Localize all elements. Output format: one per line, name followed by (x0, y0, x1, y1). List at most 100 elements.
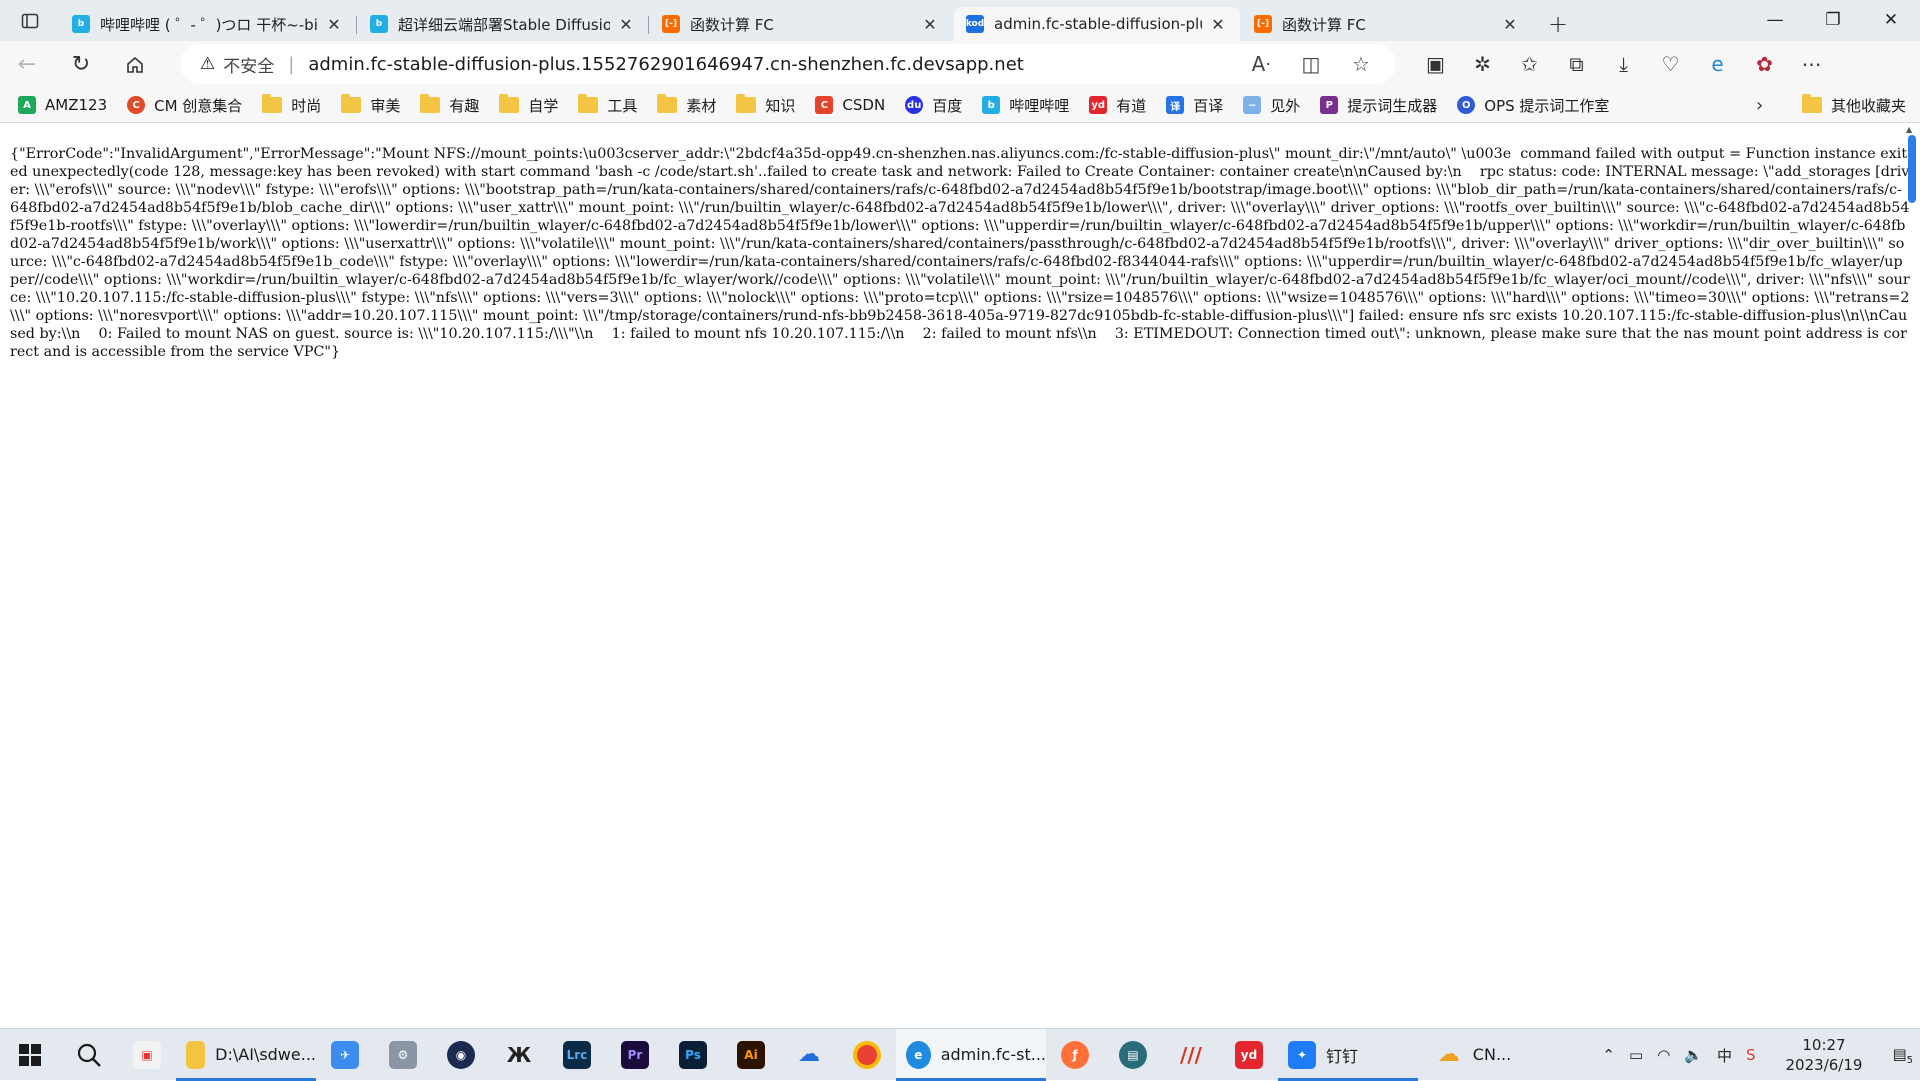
new-tab-button[interactable]: + (1534, 7, 1582, 41)
bookmark-folder-zhishi[interactable]: 知识 (736, 94, 795, 116)
tab-aliyun-fc-2[interactable]: [-] 函数计算 FC ✕ (1242, 7, 1532, 41)
close-tab-icon[interactable]: ✕ (1500, 15, 1520, 34)
bookmark-prompt-generator[interactable]: P 提示词生成器 (1320, 95, 1437, 116)
bookmark-amz123[interactable]: A AMZ123 (18, 96, 107, 114)
csdn-icon: C (815, 96, 834, 114)
edge-icon: e (906, 1040, 931, 1069)
back-button[interactable]: ← (0, 45, 54, 85)
taskbar-app-feishu[interactable]: ✈ (316, 1029, 374, 1081)
home-button[interactable] (108, 45, 162, 85)
bookmark-folder-sucai[interactable]: 素材 (657, 94, 716, 116)
wifi-icon[interactable]: ◠ (1657, 1046, 1670, 1064)
bookmark-cm[interactable]: C CM 创意集合 (127, 95, 242, 116)
edge-copilot-icon[interactable]: e (1694, 52, 1741, 76)
tab-actions-button[interactable] (0, 0, 60, 41)
bookmark-folder-shenmei[interactable]: 审美 (341, 94, 400, 116)
security-label[interactable]: 不安全 (223, 52, 274, 77)
lightroom-classic-icon: Lrc (563, 1040, 591, 1069)
tab-bilibili-home[interactable]: b 哔哩哔哩 ( ゜- ゜)つロ 干杯~-bilib ✕ (60, 7, 356, 41)
close-tab-icon[interactable]: ✕ (616, 15, 636, 34)
close-tab-icon[interactable]: ✕ (1208, 15, 1228, 34)
taskbar-app-zbrush[interactable]: Ж (490, 1029, 548, 1081)
bookmarks-overflow-chevron-icon[interactable]: › (1756, 88, 1763, 122)
sougou-input-icon[interactable]: S (1746, 1046, 1756, 1064)
gear-icon: ⚙ (389, 1040, 417, 1069)
taskbar-app-chrome[interactable] (838, 1029, 896, 1081)
extension-icon[interactable]: ▣ (1412, 52, 1459, 76)
restore-button[interactable]: ❐ (1804, 0, 1862, 40)
taskbar-app-lightroom[interactable]: Lrc (548, 1029, 606, 1081)
favorites-icon[interactable]: ✩ (1506, 52, 1553, 76)
close-window-button[interactable]: ✕ (1862, 0, 1920, 40)
bookmark-ops[interactable]: O OPS 提示词工作室 (1457, 95, 1609, 116)
bird-app-icon: ✈ (331, 1040, 359, 1069)
cinema4d-icon: ◉ (447, 1040, 475, 1069)
bookmark-baidu[interactable]: du 百度 (905, 95, 962, 116)
taskbar-app-dingtalk[interactable]: ✦ 钉钉 (1278, 1029, 1418, 1081)
taskbar-app-file-explorer[interactable]: D:\AI\sdwe... (176, 1029, 316, 1081)
collections-icon[interactable]: ⧉ (1553, 52, 1600, 76)
weather-icon: ☁ (1437, 1042, 1460, 1067)
minimize-button[interactable]: — (1746, 0, 1804, 40)
bookmark-jianwai[interactable]: ~ 见外 (1243, 95, 1300, 116)
taskbar-app-illustrator[interactable]: Ai (722, 1029, 780, 1081)
bookmark-youdao[interactable]: yd 有道 (1089, 95, 1146, 116)
split-screen-icon[interactable]: ◫ (1286, 52, 1336, 76)
bookmark-folder-gongju[interactable]: 工具 (578, 94, 637, 116)
bookmark-folder-zixue[interactable]: 自学 (499, 94, 558, 116)
ime-indicator[interactable]: 中 (1717, 1045, 1732, 1066)
tab-admin-active[interactable]: kod admin.fc-stable-diffusion-plus.15 ✕ (954, 7, 1240, 41)
folder-icon (657, 94, 678, 113)
battery-icon[interactable]: ▭ (1629, 1046, 1643, 1064)
bookmark-folder-shishang[interactable]: 时尚 (262, 94, 321, 116)
tab-bilibili-video[interactable]: b 超详细云端部署Stable Diffusion ✕ (356, 7, 648, 41)
baidu-icon: du (905, 96, 924, 114)
cloud-icon: ☁ (798, 1042, 820, 1067)
weather-widget[interactable]: ☁ CN... (1418, 1029, 1528, 1081)
clock[interactable]: 10:27 2023/6/19 (1779, 1035, 1870, 1075)
amz-icon: A (18, 96, 36, 114)
aliyun-icon: [-] (1254, 15, 1272, 33)
profile-avatar-icon[interactable]: ✿ (1741, 52, 1788, 76)
taskbar-app-settings-tool[interactable]: ⚙ (374, 1029, 432, 1081)
folder-icon (341, 94, 362, 113)
bookmark-folder-youqu[interactable]: 有趣 (420, 94, 479, 116)
more-menu-icon[interactable]: ⋯ (1788, 52, 1835, 76)
url-text[interactable]: admin.fc-stable-diffusion-plus.155276290… (308, 54, 1024, 75)
puzzle-extensions-icon[interactable]: ✲ (1459, 52, 1506, 76)
close-tab-icon[interactable]: ✕ (324, 15, 344, 34)
tab-aliyun-fc[interactable]: [-] 函数计算 FC ✕ (648, 7, 952, 41)
taskbar-app-toolbox[interactable]: ▣ (118, 1029, 176, 1081)
taskbar-app-photoshop[interactable]: Ps (664, 1029, 722, 1081)
start-button[interactable] (0, 1029, 60, 1081)
bookmark-bilibili[interactable]: b 哔哩哔哩 (982, 95, 1069, 116)
refresh-button[interactable]: ↻ (54, 45, 108, 85)
taskbar-app-firefox[interactable]: ƒ (1046, 1029, 1104, 1081)
chevron-up-icon[interactable]: ⌃ (1602, 1046, 1615, 1064)
download-icon[interactable]: ⤓ (1600, 52, 1647, 76)
notification-icon[interactable]: ▤5 (1892, 1045, 1913, 1066)
close-tab-icon[interactable]: ✕ (920, 15, 940, 34)
taskbar-app-onedrive[interactable]: ☁ (780, 1029, 838, 1081)
other-bookmarks[interactable]: 其他收藏夹 (1802, 88, 1906, 122)
browser-essentials-icon[interactable]: ♡ (1647, 52, 1694, 76)
vertical-scrollbar-thumb[interactable] (1908, 135, 1916, 203)
taskbar-app-premiere[interactable]: Pr (606, 1029, 664, 1081)
folder-icon (578, 94, 599, 113)
jianwai-icon: ~ (1243, 96, 1262, 114)
plus-icon: + (1547, 10, 1569, 38)
bookmark-label: OPS 提示词工作室 (1484, 96, 1610, 115)
taskbar-app-edge[interactable]: e admin.fc-st... (896, 1028, 1046, 1081)
search-button[interactable] (60, 1029, 118, 1081)
volume-icon[interactable]: 🔈 (1684, 1046, 1703, 1064)
taskbar-app-wps[interactable]: /// (1162, 1029, 1220, 1081)
bookmark-baiyi[interactable]: 译百译 (1166, 95, 1223, 116)
taskbar-app-cinema4d[interactable]: ◉ (432, 1029, 490, 1081)
scroll-up-arrow-icon[interactable]: ▲ (1906, 125, 1912, 134)
favorite-star-icon[interactable]: ☆ (1336, 52, 1386, 76)
bookmark-csdn[interactable]: C CSDN (815, 96, 885, 114)
taskbar-app-youdao[interactable]: yd (1220, 1029, 1278, 1081)
address-bar[interactable]: ⚠ 不安全 | admin.fc-stable-diffusion-plus.1… (180, 44, 1396, 84)
read-aloud-icon[interactable]: Aᐧ (1236, 52, 1286, 76)
taskbar-app-clapper[interactable]: ▤ (1104, 1029, 1162, 1081)
